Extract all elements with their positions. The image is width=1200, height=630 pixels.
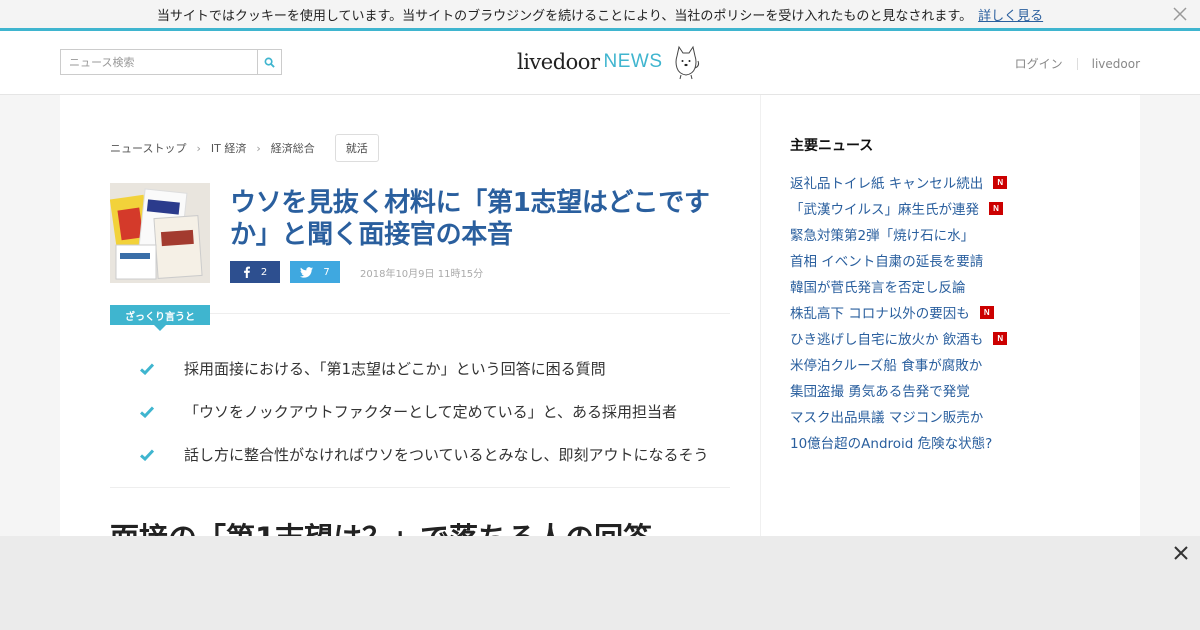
livedoor-link[interactable]: livedoor [1092, 57, 1140, 71]
new-badge-icon: N [989, 201, 1003, 215]
cookie-bar: 当サイトではクッキーを使用しています。当サイトのブラウジングを続けることにより、… [0, 0, 1200, 31]
search-icon [264, 57, 275, 68]
twitter-count: 7 [323, 266, 330, 278]
site-header: livedoor NEWS ログイン livedoor [0, 31, 1200, 95]
news-item[interactable]: 緊急対策第2弾「焼け石に水」 [790, 221, 1090, 247]
sidebar-title: 主要ニュース [790, 138, 874, 154]
twitter-share-button[interactable]: 7 [290, 261, 340, 283]
breadcrumb-it-economy[interactable]: IT 経済 [211, 140, 246, 156]
summary-list: 採用面接における、「第1志望はどこか」という回答に困る質問 「ウソをノックアウト… [140, 347, 709, 476]
news-item-title: 米停泊クルーズ船 食事が腐敗か [790, 358, 983, 374]
ad-banner [0, 536, 1200, 630]
logo-text: livedoor [517, 50, 600, 74]
search-input[interactable] [61, 50, 257, 74]
summary-bottom-divider [110, 487, 730, 488]
news-item-title: 株乱高下 コロナ以外の要因も [790, 306, 970, 322]
news-item[interactable]: 株乱高下 コロナ以外の要因も N [790, 299, 1090, 325]
tag-job-hunting[interactable]: 就活 [334, 134, 379, 162]
summary-item: 採用面接における、「第1志望はどこか」という回答に困る質問 [140, 347, 709, 390]
news-item[interactable]: 「武漢ウイルス」麻生氏が連発 N [790, 195, 1090, 221]
news-item[interactable]: 米停泊クルーズ船 食事が腐敗か [790, 351, 1090, 377]
check-icon [140, 362, 154, 375]
search-button[interactable] [257, 50, 281, 74]
summary-item: 話し方に整合性がなければウソをついているとみなし、即刻アウトになるそう [140, 433, 709, 476]
summary-text: 採用面接における、「第1志望はどこか」という回答に困る質問 [184, 360, 606, 378]
article-date: 2018年10月9日 11時15分 [360, 268, 484, 280]
news-item[interactable]: マスク出品県議 マジコン販売か [790, 403, 1090, 429]
ad-close-icon[interactable] [1172, 544, 1190, 562]
logo-news: NEWS [603, 51, 663, 72]
chevron-right-icon: › [196, 141, 201, 155]
facebook-share-button[interactable]: 2 [230, 261, 280, 283]
cookie-close-icon[interactable] [1172, 6, 1188, 22]
check-icon [140, 448, 154, 461]
article-headline[interactable]: ウソを見抜く材料に「第1志望はどこですか」と聞く面接官の本音 [230, 187, 730, 251]
site-logo[interactable]: livedoor NEWS [517, 43, 701, 81]
new-badge-icon: N [993, 331, 1008, 345]
header-links: ログイン livedoor [1015, 55, 1140, 72]
news-item-title: 首相 イベント自粛の延長を要請 [790, 254, 984, 270]
twitter-icon [300, 266, 314, 278]
news-item[interactable]: 韓国が菅氏発言を否定し反論 [790, 273, 1090, 299]
summary-text: 話し方に整合性がなければウソをついているとみなし、即刻アウトになるそう [184, 446, 709, 464]
login-link[interactable]: ログイン [1015, 55, 1063, 72]
news-item-title: マスク出品県議 マジコン販売か [790, 410, 984, 426]
summary-label: ざっくり言うと [110, 305, 210, 331]
news-item-title: 韓国が菅氏発言を否定し反論 [790, 280, 966, 296]
breadcrumb-economy-general[interactable]: 経済総合 [271, 140, 315, 156]
facebook-icon [243, 266, 250, 278]
news-list: 返礼品トイレ紙 キャンセル続出 N 「武漢ウイルス」麻生氏が連発 N 緊急対策第2弾「焼… [790, 169, 1090, 455]
news-item-title: 10億台超のAndroid 危険な状態? [790, 436, 993, 452]
news-item[interactable]: 集団盗撮 勇気ある告発で発覚 [790, 377, 1090, 403]
summary-divider [210, 313, 730, 314]
check-icon [140, 405, 154, 418]
news-item-title: 集団盗撮 勇気ある告発で発覚 [790, 384, 970, 400]
search-box [60, 49, 282, 75]
new-badge-icon: N [979, 305, 994, 319]
news-item[interactable]: 返礼品トイレ紙 キャンセル続出 N [790, 169, 1090, 195]
facebook-count: 2 [260, 266, 268, 278]
news-item[interactable]: 10億台超のAndroid 危険な状態? [790, 429, 1090, 455]
chevron-right-icon: › [256, 141, 261, 155]
summary-text: 「ウソをノックアウトファクターとして定めている」と、ある採用担当者 [184, 403, 678, 421]
news-item[interactable]: 首相 イベント自粛の延長を要請 [790, 247, 1090, 273]
news-item[interactable]: ひき逃げし自宅に放火か 飲酒も N [790, 325, 1090, 351]
summary-item: 「ウソをノックアウトファクターとして定めている」と、ある採用担当者 [140, 390, 709, 433]
column-divider [760, 95, 761, 536]
breadcrumb-top[interactable]: ニューストップ [110, 140, 186, 156]
article-thumbnail[interactable] [110, 183, 210, 283]
breadcrumb: ニューストップ › IT 経済 › 経済総合 就活 [110, 134, 379, 162]
sidebar-top-news: 主要ニュース 返礼品トイレ紙 キャンセル続出 N 「武漢ウイルス」麻生氏が連発 N 緊急… [790, 135, 1090, 455]
cookie-text: 当サイトではクッキーを使用しています。当サイトのブラウジングを続けることにより、… [156, 8, 973, 24]
content-panel: ニューストップ › IT 経済 › 経済総合 就活 ウソを見抜く材料に「第1志望… [60, 95, 1140, 555]
header-divider [1076, 57, 1078, 70]
new-badge-icon: N [993, 175, 1008, 189]
cookie-details-link[interactable]: 詳しく見る [978, 5, 1043, 24]
share-bar: 2 7 2018年10月9日 11時15分 [230, 261, 483, 283]
news-item-title: 「武漢ウイルス」麻生氏が連発 [790, 202, 979, 218]
dog-mascot-icon [675, 45, 699, 80]
news-item-title: 返礼品トイレ紙 キャンセル続出 [790, 176, 984, 192]
news-item-title: ひき逃げし自宅に放火か 飲酒も [790, 332, 984, 348]
news-item-title: 緊急対策第2弾「焼け石に水」 [790, 228, 975, 244]
